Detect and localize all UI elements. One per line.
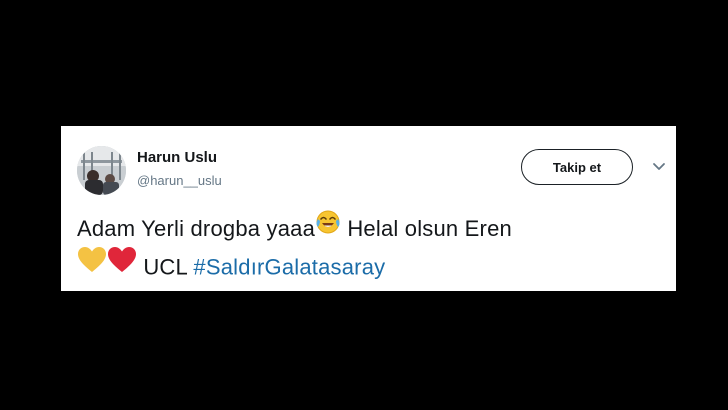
red-heart-icon — [107, 246, 137, 285]
hashtag-link[interactable]: #SaldırGalatasaray — [193, 254, 385, 279]
tweet-text-line-2: UCL #SaldırGalatasaray — [77, 246, 667, 288]
follow-button[interactable]: Takip et — [521, 149, 633, 185]
follow-button-label: Takip et — [552, 159, 602, 175]
yellow-heart-icon — [77, 246, 107, 285]
face-with-tears-of-joy-icon — [315, 209, 341, 246]
tweet-card: Harun Uslu @harun__uslu Takip et Adam Ye… — [61, 126, 676, 291]
tweet-text-part: Helal olsun Eren — [341, 216, 512, 241]
tweet-text-part: UCL — [143, 254, 194, 279]
tweet-text: Adam Yerli drogba yaaa Helal olsun Eren … — [77, 209, 667, 288]
avatar-photo-icon — [77, 146, 126, 195]
avatar[interactable] — [77, 146, 126, 195]
tweet-text-part: Adam Yerli drogba yaaa — [77, 216, 316, 241]
tweet-text-line-1: Adam Yerli drogba yaaa Helal olsun Eren — [77, 209, 667, 249]
author-name[interactable]: Harun Uslu — [137, 149, 217, 166]
author-handle[interactable]: @harun__uslu — [137, 173, 222, 188]
chevron-down-icon[interactable] — [652, 162, 666, 172]
